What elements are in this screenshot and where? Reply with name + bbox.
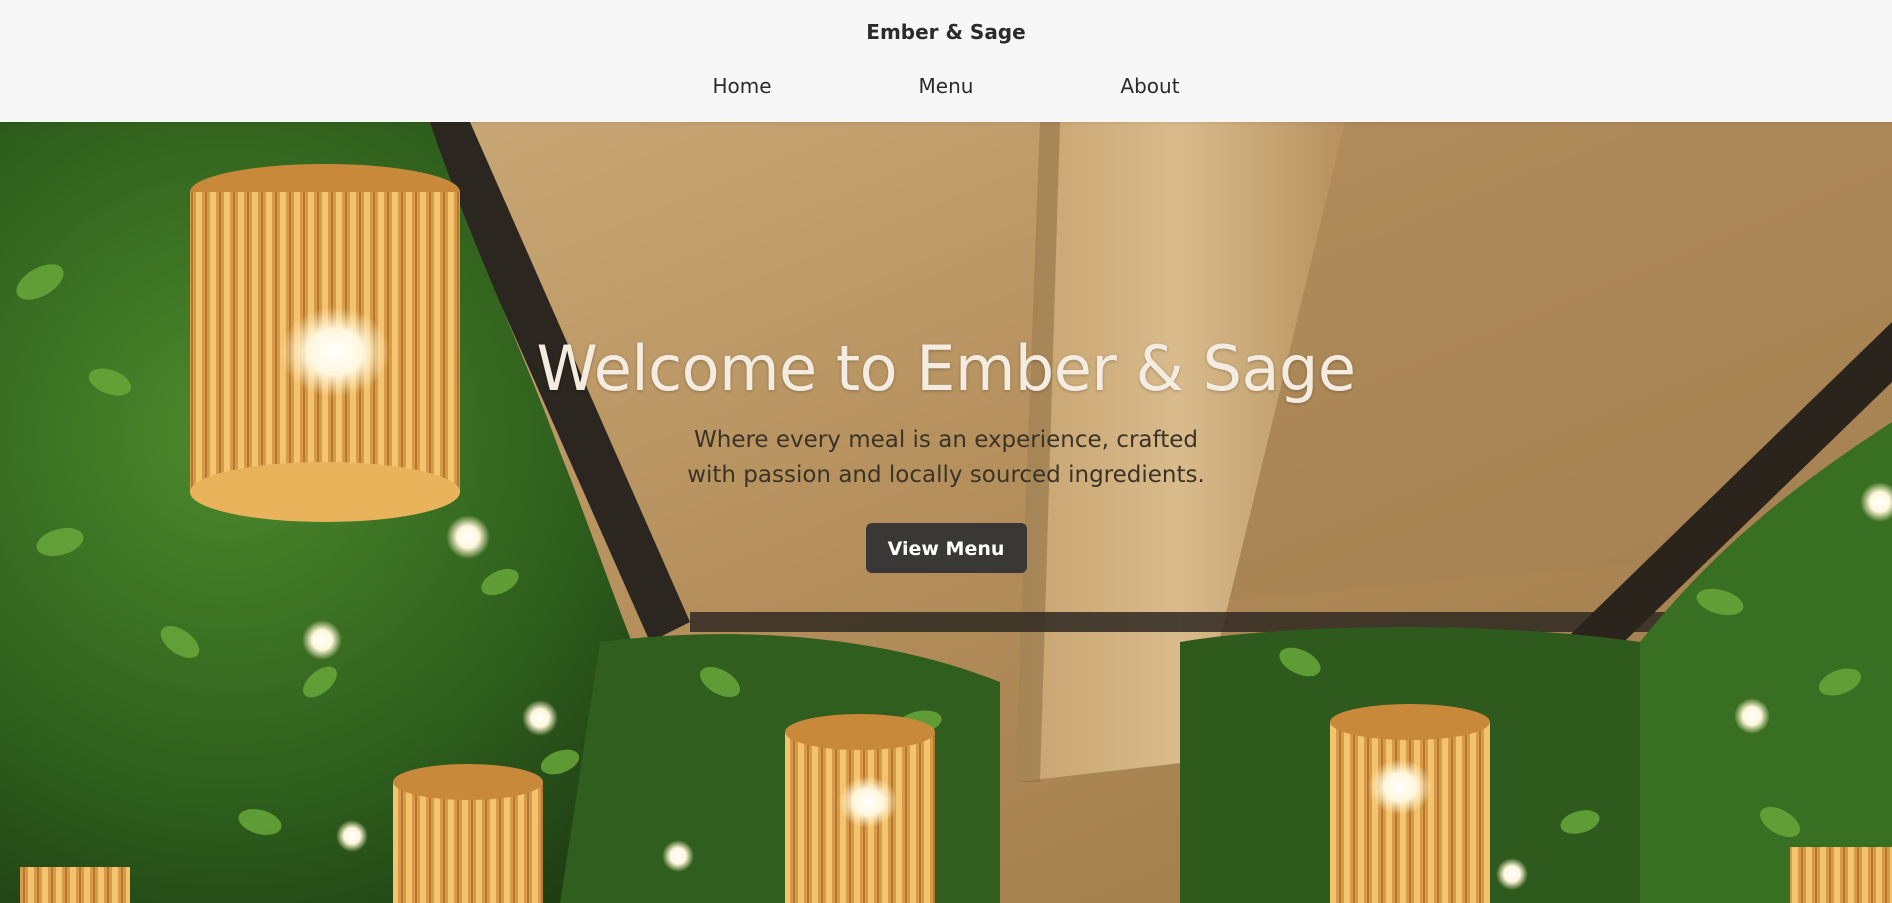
view-menu-button[interactable]: View Menu [865,523,1027,573]
hero-subtitle: Where every meal is an experience, craft… [687,427,1205,488]
nav-link-home[interactable]: Home [712,74,771,98]
page: Ember & Sage Home Menu About Welcome to … [0,0,1892,903]
main-nav: Home Menu About [0,74,1892,104]
nav-link-menu[interactable]: Menu [919,74,974,98]
brand-logo-text[interactable]: Ember & Sage [0,20,1892,44]
hero-content: Welcome to Ember & Sage Where every meal… [0,332,1892,573]
hero-section: Welcome to Ember & Sage Where every meal… [0,122,1892,903]
hero-title: Welcome to Ember & Sage [536,332,1356,405]
nav-link-about[interactable]: About [1120,74,1179,98]
site-header: Ember & Sage Home Menu About [0,0,1892,122]
